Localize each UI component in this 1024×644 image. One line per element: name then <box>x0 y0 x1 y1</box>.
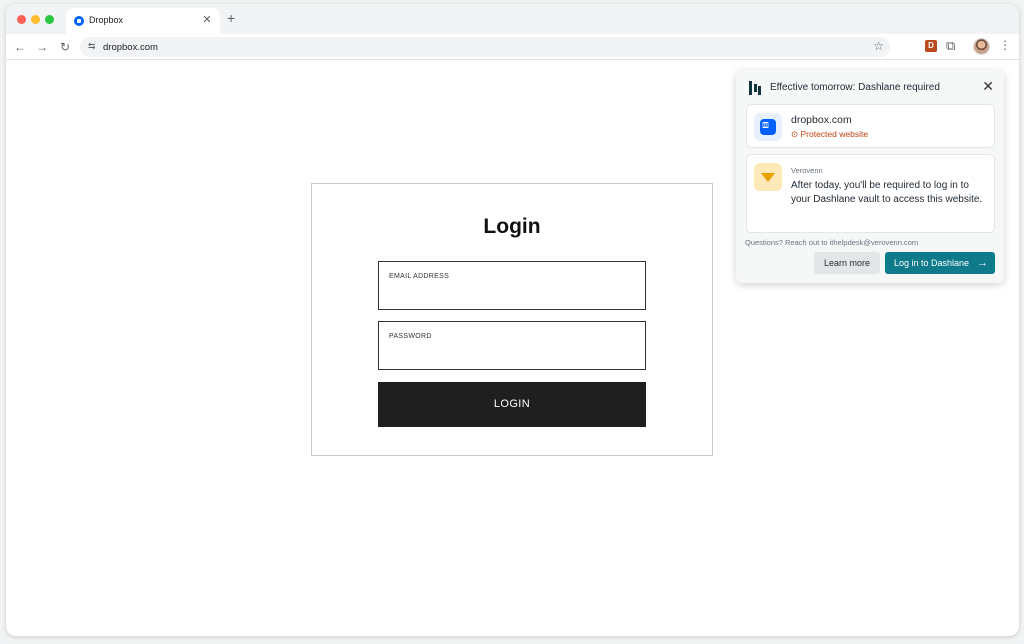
dashlane-extension-icon[interactable]: D <box>925 40 937 52</box>
learn-more-button[interactable]: Learn more <box>814 252 880 274</box>
tab-close-icon[interactable]: ✕ <box>200 13 214 26</box>
url-text: dropbox.com <box>103 42 158 53</box>
page-content: Login EMAIL ADDRESS PASSWORD LOGIN Effec… <box>6 60 1019 636</box>
tab-title: Dropbox <box>89 15 124 25</box>
message-text: After today, you'll be required to log i… <box>791 180 983 205</box>
new-tab-button[interactable]: + <box>227 11 235 25</box>
verovenn-logo-icon <box>754 163 782 191</box>
dashlane-popup: Effective tomorrow: Dashlane required ✕ … <box>736 70 1004 283</box>
tab-strip: Dropbox ✕ + <box>6 4 1019 34</box>
back-button[interactable]: ← <box>12 39 28 55</box>
profile-avatar[interactable] <box>973 38 990 55</box>
browser-toolbar: ← → ↻ ⇆ dropbox.com ☆ D ⧉ ⋮ <box>6 34 1019 60</box>
login-title: Login <box>483 215 541 238</box>
org-name: Verovenn <box>791 166 823 175</box>
site-settings-icon[interactable]: ⇆ <box>88 41 96 52</box>
arrow-right-icon: → <box>977 257 988 269</box>
message-card: Verovenn After today, you'll be required… <box>746 154 995 233</box>
protected-status: ⊙ Protected website <box>791 129 869 139</box>
email-field[interactable]: EMAIL ADDRESS <box>378 261 646 310</box>
dropbox-favicon-icon <box>74 16 84 26</box>
dropbox-icon <box>754 113 782 141</box>
email-label: EMAIL ADDRESS <box>389 273 450 280</box>
site-card: dropbox.com ⊙ Protected website <box>746 104 995 148</box>
close-window-button[interactable] <box>17 15 26 24</box>
site-name: dropbox.com <box>791 114 852 126</box>
tab-dropbox[interactable]: Dropbox ✕ <box>66 8 220 34</box>
login-button[interactable]: LOGIN <box>378 382 646 427</box>
login-dashlane-button[interactable]: Log in to Dashlane → <box>885 252 995 274</box>
questions-text: Questions? Reach out to ithelpdesk@verov… <box>745 238 919 247</box>
address-bar[interactable]: ⇆ dropbox.com ☆ <box>80 37 890 57</box>
password-label: PASSWORD <box>389 333 432 340</box>
popup-title: Effective tomorrow: Dashlane required <box>770 82 940 93</box>
bookmark-star-icon[interactable]: ☆ <box>873 39 884 53</box>
login-dashlane-label: Log in to Dashlane <box>894 258 970 268</box>
login-card: Login EMAIL ADDRESS PASSWORD LOGIN <box>311 183 713 456</box>
dashlane-logo-icon <box>749 81 761 95</box>
reload-button[interactable]: ↻ <box>57 39 73 55</box>
forward-button[interactable]: → <box>34 39 50 55</box>
maximize-window-button[interactable] <box>45 15 54 24</box>
browser-window: Dropbox ✕ + ← → ↻ ⇆ dropbox.com ☆ D ⧉ ⋮ … <box>6 4 1019 636</box>
protected-status-text: Protected website <box>800 129 869 139</box>
extensions-puzzle-icon[interactable]: ⧉ <box>946 38 955 54</box>
browser-menu-icon[interactable]: ⋮ <box>999 38 1011 52</box>
password-field[interactable]: PASSWORD <box>378 321 646 370</box>
minimize-window-button[interactable] <box>31 15 40 24</box>
popup-close-icon[interactable]: ✕ <box>982 78 994 95</box>
